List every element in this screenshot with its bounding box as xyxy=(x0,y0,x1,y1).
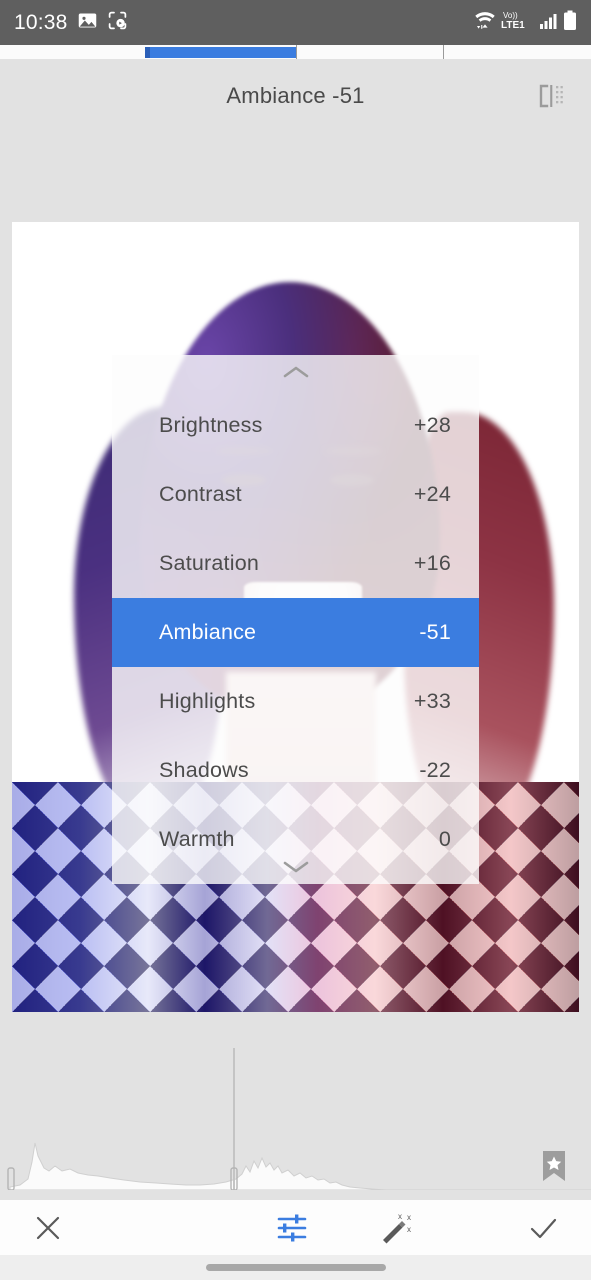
adjustment-row-shadows[interactable]: Shadows -22 xyxy=(112,736,479,805)
svg-text:x: x xyxy=(398,1212,402,1221)
adjustment-row-highlights[interactable]: Highlights +33 xyxy=(112,667,479,736)
check-icon[interactable] xyxy=(495,1200,591,1255)
slider-tick-right xyxy=(443,45,444,59)
ambiance-slider-track[interactable] xyxy=(0,45,591,59)
adjustment-label: Brightness xyxy=(159,413,263,437)
adjustment-value: +28 xyxy=(413,413,451,437)
adjustments-panel[interactable]: Brightness +28 Contrast +24 Saturation +… xyxy=(112,355,479,884)
bookmark-star-icon[interactable] xyxy=(541,1150,567,1182)
svg-text:x: x xyxy=(407,1225,411,1234)
adjustment-row-ambiance[interactable]: Ambiance -51 xyxy=(112,598,479,667)
adjustment-value: +24 xyxy=(413,482,451,506)
adjustment-row-saturation[interactable]: Saturation +16 xyxy=(112,529,479,598)
gesture-nav-handle[interactable] xyxy=(205,1264,386,1271)
tone-histogram[interactable] xyxy=(0,1012,591,1200)
tune-sliders-icon[interactable] xyxy=(244,1200,340,1255)
bottom-toolbar: x x x xyxy=(0,1200,591,1255)
status-clock: 10:38 xyxy=(14,10,68,34)
battery-icon xyxy=(563,10,577,36)
screenshot-capture-icon xyxy=(107,10,128,36)
adjustment-value: -22 xyxy=(419,758,451,782)
title-bar: Ambiance -51 xyxy=(0,59,591,132)
adjustment-label: Ambiance xyxy=(159,620,257,644)
chevron-up-icon[interactable] xyxy=(112,359,479,385)
histogram-area-path xyxy=(9,1142,591,1190)
svg-text:Vo)): Vo)) xyxy=(503,11,518,20)
adjustment-value: +16 xyxy=(413,551,451,575)
volte-icon: Vo)) LTE1 xyxy=(501,9,535,36)
page-title: Ambiance -51 xyxy=(226,82,365,108)
slider-fill xyxy=(145,47,296,58)
close-icon[interactable] xyxy=(0,1200,96,1255)
slider-tick-center xyxy=(296,45,297,59)
svg-text:LTE1: LTE1 xyxy=(501,20,525,31)
adjustment-label: Saturation xyxy=(159,551,260,575)
adjustment-value: +33 xyxy=(413,689,451,713)
adjustment-label: Warmth xyxy=(159,827,235,851)
status-bar-right: Vo)) LTE1 xyxy=(473,9,577,36)
adjustment-label: Contrast xyxy=(159,482,242,506)
svg-text:x: x xyxy=(407,1213,411,1222)
adjustments-list: Brightness +28 Contrast +24 Saturation +… xyxy=(112,391,479,874)
adjustment-row-contrast[interactable]: Contrast +24 xyxy=(112,460,479,529)
adjustment-value: -51 xyxy=(419,620,451,644)
chevron-down-icon[interactable] xyxy=(112,854,479,880)
adjustment-label: Shadows xyxy=(159,758,249,782)
status-bar: 10:38 Vo)) LTE1 xyxy=(0,0,591,45)
status-bar-left: 10:38 xyxy=(14,10,128,36)
gesture-nav-bar xyxy=(0,1255,591,1280)
adjustment-row-brightness[interactable]: Brightness +28 xyxy=(112,391,479,460)
histogram-plot xyxy=(7,1048,591,1190)
magic-wand-icon[interactable]: x x x xyxy=(348,1200,444,1255)
adjustment-label: Highlights xyxy=(159,689,256,713)
compare-before-after-icon[interactable] xyxy=(529,74,573,118)
wifi-icon xyxy=(473,9,497,36)
slider-handle[interactable] xyxy=(145,47,150,58)
cellular-signal-icon xyxy=(539,10,559,35)
adjustment-value: 0 xyxy=(438,827,451,851)
image-icon xyxy=(77,10,98,36)
